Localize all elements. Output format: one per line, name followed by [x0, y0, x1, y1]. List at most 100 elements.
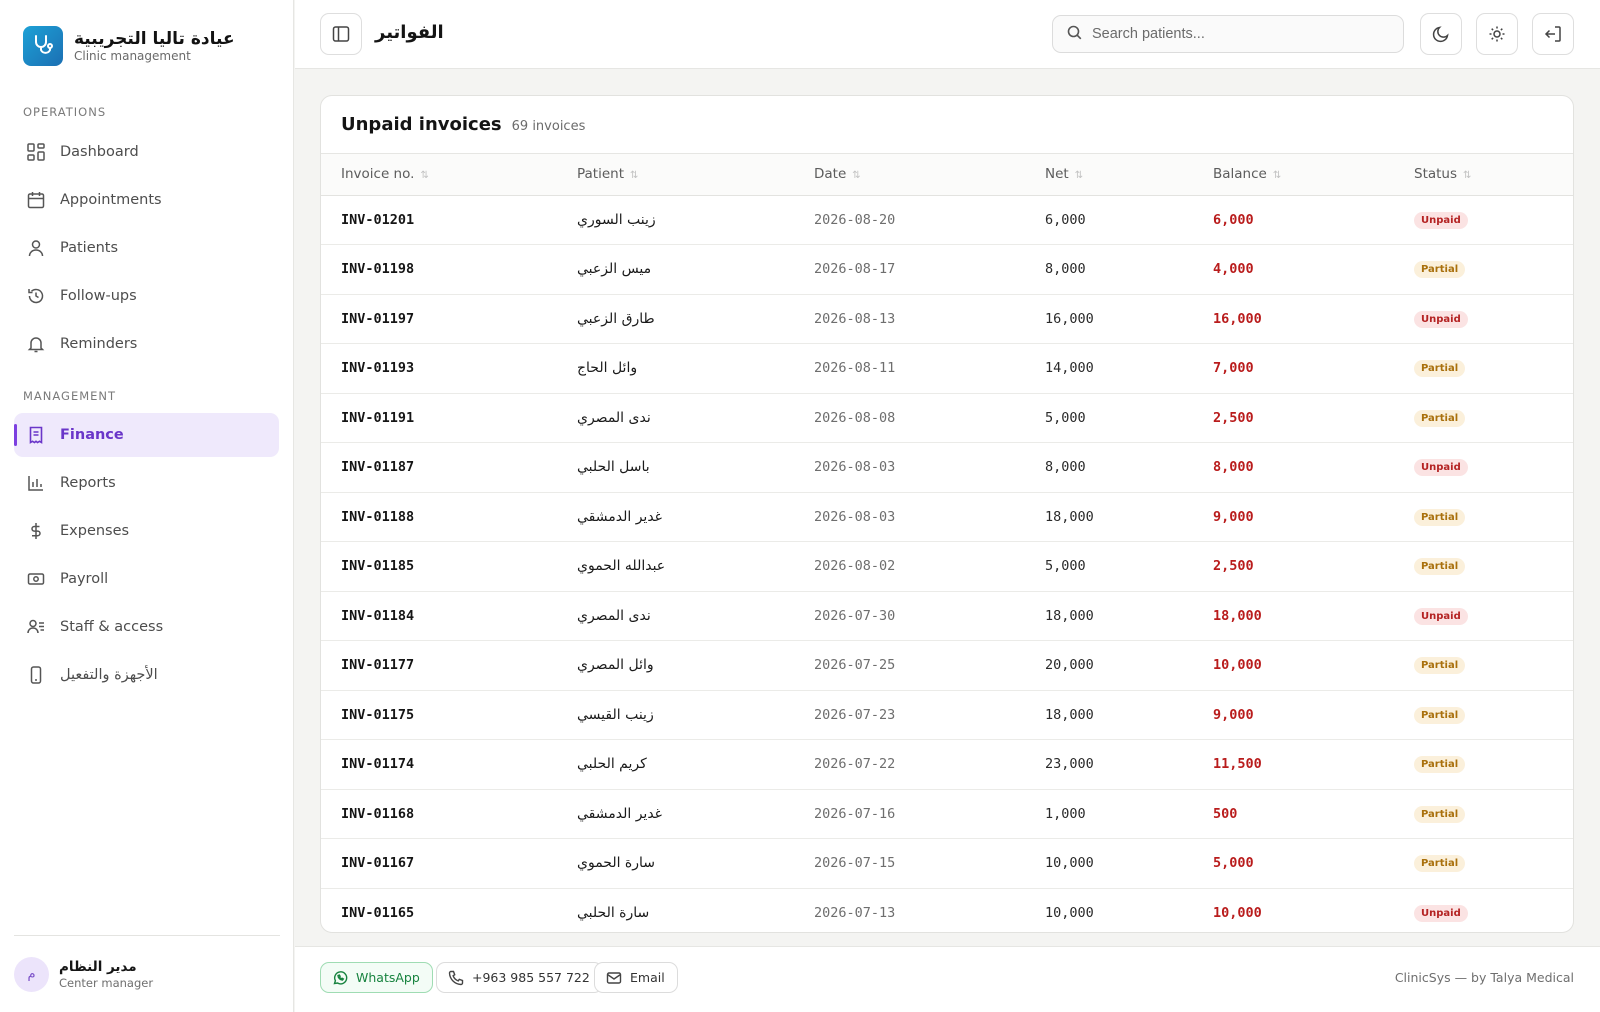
- phone-icon: [448, 970, 464, 986]
- phone-button[interactable]: +963 985 557 722: [436, 962, 603, 993]
- column-header-date[interactable]: Date ⇅: [794, 154, 1025, 196]
- page-title: الفواتير: [375, 22, 444, 43]
- search-box[interactable]: [1052, 15, 1404, 53]
- invoice-number: INV-01174: [321, 739, 557, 790]
- email-button[interactable]: Email: [594, 962, 678, 993]
- user-name: مدير النظام: [59, 958, 137, 975]
- status-cell: Partial: [1394, 244, 1573, 295]
- topbar: الفواتير: [295, 0, 1600, 69]
- table-row[interactable]: INV-01193 وائل الحاج 2026-08-11 14,000 7,000…: [321, 343, 1573, 394]
- whatsapp-icon: [332, 970, 348, 986]
- table-row[interactable]: INV-01191 ندى المصري 2026-08-08 5,000 2,500 P…: [321, 393, 1573, 443]
- status-badge: Partial: [1414, 756, 1466, 774]
- net-amount: 8,000: [1025, 442, 1193, 493]
- whatsapp-button[interactable]: WhatsApp: [320, 962, 433, 993]
- patient-name: سارة الحلبي: [557, 888, 794, 932]
- status-cell: Unpaid: [1394, 195, 1573, 245]
- patient-name: طارق الزعبي: [557, 294, 794, 344]
- invoice-number: INV-01184: [321, 591, 557, 641]
- status-cell: Partial: [1394, 690, 1573, 740]
- sidebar-item-reminders[interactable]: Reminders: [14, 322, 279, 366]
- column-header-balance[interactable]: Balance ⇅: [1193, 154, 1394, 196]
- dark-mode-button[interactable]: [1420, 13, 1462, 55]
- sidebar-item-expenses[interactable]: Expenses: [14, 509, 279, 553]
- sidebar-item-follow-ups[interactable]: Follow-ups: [14, 274, 279, 318]
- sidebar-item-dashboard[interactable]: Dashboard: [14, 130, 279, 174]
- brand[interactable]: عيادة تاليا التجريبية Clinic management: [23, 26, 235, 66]
- invoice-number: INV-01167: [321, 838, 557, 889]
- table-row[interactable]: INV-01175 زينب القيسي 2026-07-23 18,000 9,00…: [321, 690, 1573, 740]
- balance-amount: 10,000: [1193, 640, 1394, 691]
- toggle-sidebar-button[interactable]: [320, 13, 362, 55]
- sidebar-item-appointments[interactable]: Appointments: [14, 178, 279, 222]
- sort-icon: ⇅: [1463, 170, 1472, 182]
- invoice-date: 2026-08-20: [794, 195, 1025, 245]
- column-header-status[interactable]: Status ⇅: [1394, 154, 1573, 196]
- table-row[interactable]: INV-01177 وائل المصري 2026-07-25 20,000 10,0…: [321, 640, 1573, 691]
- sidebar-item-payroll[interactable]: Payroll: [14, 557, 279, 601]
- status-cell: Partial: [1394, 541, 1573, 592]
- invoices-table: Invoice no. ⇅ Patient ⇅ Date ⇅ Net ⇅ Balance…: [321, 154, 1573, 932]
- net-amount: 23,000: [1025, 739, 1193, 790]
- invoice-date: 2026-07-22: [794, 739, 1025, 790]
- table-row[interactable]: INV-01168 غدير الدمشقي 2026-07-16 1,000 500 P…: [321, 789, 1573, 839]
- status-badge: Partial: [1414, 706, 1466, 724]
- invoice-number: INV-01198: [321, 244, 557, 295]
- table-row[interactable]: INV-01198 ميس الزعبي 2026-08-17 8,000 4,000 P…: [321, 244, 1573, 295]
- logout-button[interactable]: [1532, 13, 1574, 55]
- invoice-date: 2026-07-13: [794, 888, 1025, 932]
- table-row[interactable]: INV-01197 طارق الزعبي 2026-08-13 16,000 16,0…: [321, 294, 1573, 344]
- table-row[interactable]: INV-01188 غدير الدمشقي 2026-08-03 18,000 9,0…: [321, 492, 1573, 542]
- sidebar-item-label: Appointments: [60, 192, 162, 208]
- table-row[interactable]: INV-01185 عبدالله الحموي 2026-08-02 5,000 2,…: [321, 541, 1573, 592]
- table-row[interactable]: INV-01165 سارة الحلبي 2026-07-13 10,000 10,0…: [321, 888, 1573, 932]
- user-profile[interactable]: م مدير النظام Center manager: [14, 957, 153, 992]
- invoice-number: INV-01201: [321, 195, 557, 245]
- user-icon: [26, 238, 46, 258]
- invoice-date: 2026-07-23: [794, 690, 1025, 740]
- status-cell: Partial: [1394, 838, 1573, 889]
- status-cell: Partial: [1394, 789, 1573, 839]
- table-row[interactable]: INV-01201 زينب السوري 2026-08-20 6,000 6,000…: [321, 195, 1573, 245]
- sidebar-item-patients[interactable]: Patients: [14, 226, 279, 270]
- status-cell: Unpaid: [1394, 591, 1573, 641]
- invoice-date: 2026-07-16: [794, 789, 1025, 839]
- column-header-net[interactable]: Net ⇅: [1025, 154, 1193, 196]
- status-badge: Unpaid: [1414, 459, 1468, 477]
- balance-amount: 8,000: [1193, 442, 1394, 493]
- table-row[interactable]: INV-01184 ندى المصري 2026-07-30 18,000 18,00…: [321, 591, 1573, 641]
- sidebar-divider: [14, 935, 280, 936]
- status-cell: Unpaid: [1394, 442, 1573, 493]
- patient-name: غدير الدمشقي: [557, 492, 794, 542]
- invoice-date: 2026-08-17: [794, 244, 1025, 295]
- sidebar-item-finance[interactable]: Finance: [14, 413, 279, 457]
- invoice-date: 2026-08-02: [794, 541, 1025, 592]
- invoice-date: 2026-08-13: [794, 294, 1025, 344]
- column-header-patient[interactable]: Patient ⇅: [557, 154, 794, 196]
- sidebar-item-label: Finance: [60, 427, 124, 443]
- column-header-invoice[interactable]: Invoice no. ⇅: [321, 154, 557, 196]
- net-amount: 1,000: [1025, 789, 1193, 839]
- patient-name: زينب القيسي: [557, 690, 794, 740]
- patient-name: وائل الحاج: [557, 343, 794, 394]
- table-header-row: Invoice no. ⇅ Patient ⇅ Date ⇅ Net ⇅ Balance…: [321, 154, 1573, 196]
- status-badge: Partial: [1414, 657, 1466, 675]
- bar-chart-icon: [26, 473, 46, 493]
- table-row[interactable]: INV-01174 كريم الحلبي 2026-07-22 23,000 11,5…: [321, 739, 1573, 790]
- table-row[interactable]: INV-01167 سارة الحموي 2026-07-15 10,000 5,00…: [321, 838, 1573, 889]
- footer: WhatsApp +963 985 557 722 Email ClinicSy…: [295, 946, 1600, 1012]
- stethoscope-logo-icon: [23, 26, 63, 66]
- patient-name: ندى المصري: [557, 393, 794, 443]
- logout-icon: [1544, 26, 1561, 42]
- table-row[interactable]: INV-01187 باسل الحلبي 2026-08-03 8,000 8,000…: [321, 442, 1573, 493]
- status-cell: Unpaid: [1394, 888, 1573, 932]
- sidebar-item-devices-activation[interactable]: الأجهزة والتفعيل: [14, 653, 279, 697]
- section-label-operations: OPERATIONS: [23, 105, 107, 119]
- balance-amount: 9,000: [1193, 690, 1394, 740]
- sidebar-item-staff-access[interactable]: Staff & access: [14, 605, 279, 649]
- patient-name: وائل المصري: [557, 640, 794, 691]
- theme-settings-button[interactable]: [1476, 13, 1518, 55]
- sidebar-item-reports[interactable]: Reports: [14, 461, 279, 505]
- search-input[interactable]: [1092, 26, 1382, 42]
- net-amount: 10,000: [1025, 838, 1193, 889]
